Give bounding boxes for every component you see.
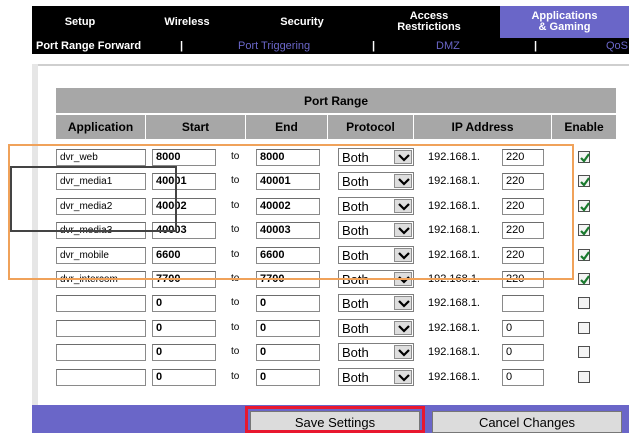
protocol-value: Both (342, 296, 369, 311)
ip-last-octet-input[interactable] (502, 295, 544, 312)
end-port-input[interactable]: 0 (256, 295, 320, 312)
table-row: 0 to 0 Both 192.168.1. (56, 292, 616, 316)
tab-access-restrictions[interactable]: Access Restrictions (358, 6, 500, 38)
start-port-input[interactable]: 0 (152, 344, 216, 361)
table-title: Port Range (303, 94, 368, 108)
enable-checkbox[interactable] (578, 322, 590, 334)
table-title-bar: Port Range (56, 88, 616, 114)
start-port-input[interactable]: 0 (152, 369, 216, 386)
start-port-input[interactable]: 0 (152, 320, 216, 337)
tab-applications-gaming[interactable]: Applications & Gaming (500, 6, 629, 38)
protocol-select[interactable]: Both (338, 294, 414, 312)
subtab-dmz[interactable]: DMZ (436, 40, 460, 52)
tab-wireless[interactable]: Wireless (128, 6, 246, 38)
subtab-separator: | (372, 40, 376, 52)
ip-prefix: 192.168.1. (428, 346, 480, 358)
end-port-input[interactable]: 0 (256, 369, 320, 386)
end-port-input[interactable]: 0 (256, 344, 320, 361)
checkmark-icon (580, 251, 590, 261)
protocol-select[interactable]: Both (338, 343, 414, 361)
col-ip-address: IP Address (414, 115, 552, 139)
chevron-down-icon[interactable] (394, 296, 412, 310)
application-name-input[interactable] (56, 344, 146, 361)
tab-access-label-2: Restrictions (397, 21, 461, 33)
tab-security-label: Security (280, 15, 324, 28)
chevron-down-icon[interactable] (394, 370, 412, 384)
protocol-value: Both (342, 321, 369, 336)
subtab-port-triggering[interactable]: Port Triggering (238, 40, 310, 52)
col-start: Start (146, 115, 246, 139)
checkmark-icon (580, 275, 590, 285)
to-label: to (231, 346, 240, 357)
subtab-qos[interactable]: QoS (606, 40, 628, 52)
table-header: Application Start End Protocol IP Addres… (56, 115, 616, 139)
col-enable: Enable (564, 120, 604, 134)
checkmark-icon (580, 226, 590, 236)
col-application: Application (56, 115, 146, 139)
table-row: 0 to 0 Both 192.168.1. 0 (56, 317, 616, 341)
subtab-separator: | (180, 40, 184, 52)
enable-checkbox[interactable] (578, 371, 590, 383)
highlight-save-button (245, 406, 425, 433)
ip-last-octet-input[interactable]: 0 (502, 369, 544, 386)
sub-navigation: Port Range Forward | Port Triggering | D… (32, 38, 629, 54)
application-name-input[interactable] (56, 320, 146, 337)
to-label: to (231, 322, 240, 333)
enable-checkbox[interactable] (578, 200, 590, 212)
table-row: 0 to 0 Both 192.168.1. 0 (56, 366, 616, 390)
enable-checkbox[interactable] (578, 249, 590, 261)
to-label: to (231, 371, 240, 382)
checkmark-icon (580, 177, 590, 187)
chevron-down-icon[interactable] (394, 321, 412, 335)
checkmark-icon (580, 153, 590, 163)
checkmark-icon (580, 202, 590, 212)
top-navigation: Setup Wireless Security Access Restricti… (32, 6, 629, 38)
protocol-select[interactable]: Both (338, 319, 414, 337)
protocol-select[interactable]: Both (338, 368, 414, 386)
tab-setup-label: Setup (64, 15, 96, 28)
tab-setup[interactable]: Setup (32, 6, 128, 38)
enable-checkbox[interactable] (578, 346, 590, 358)
chevron-down-icon[interactable] (394, 345, 412, 359)
tab-apps-label-2: & Gaming (538, 21, 591, 33)
router-page: Setup Wireless Security Access Restricti… (0, 0, 629, 433)
enable-checkbox[interactable] (578, 151, 590, 163)
start-port-input[interactable]: 0 (152, 295, 216, 312)
col-protocol: Protocol (328, 115, 414, 139)
enable-checkbox[interactable] (578, 175, 590, 187)
tab-wireless-label: Wireless (164, 15, 210, 28)
application-name-input[interactable] (56, 369, 146, 386)
to-label: to (231, 297, 240, 308)
cancel-changes-button[interactable]: Cancel Changes (432, 411, 622, 433)
subtab-port-range-forward[interactable]: Port Range Forward (36, 40, 141, 52)
end-port-input[interactable]: 0 (256, 320, 320, 337)
ip-last-octet-input[interactable]: 0 (502, 320, 544, 337)
protocol-value: Both (342, 370, 369, 385)
col-end: End (246, 115, 328, 139)
enable-checkbox[interactable] (578, 297, 590, 309)
tab-security[interactable]: Security (246, 6, 358, 38)
ip-prefix: 192.168.1. (428, 322, 480, 334)
protocol-value: Both (342, 345, 369, 360)
highlight-media-rows (10, 166, 177, 232)
enable-checkbox[interactable] (578, 224, 590, 236)
ip-prefix: 192.168.1. (428, 297, 480, 309)
ip-last-octet-input[interactable]: 0 (502, 344, 544, 361)
application-name-input[interactable] (56, 295, 146, 312)
ip-prefix: 192.168.1. (428, 371, 480, 383)
subtab-separator: | (534, 40, 538, 52)
enable-checkbox[interactable] (578, 273, 590, 285)
table-row: 0 to 0 Both 192.168.1. 0 (56, 341, 616, 365)
